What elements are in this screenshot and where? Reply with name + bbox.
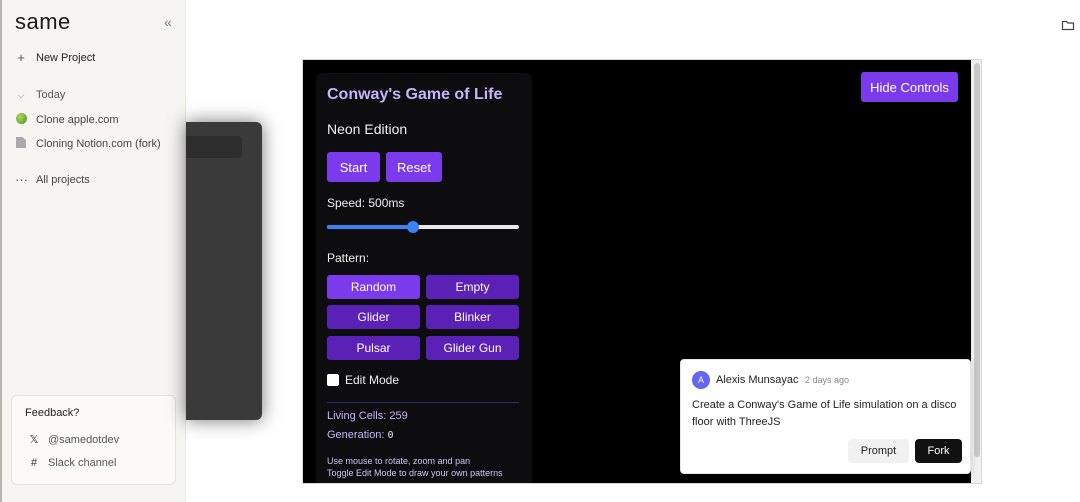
reset-button[interactable]: Reset <box>386 152 442 182</box>
fork-button[interactable]: Fork <box>915 439 962 463</box>
background-card-pill <box>186 136 242 158</box>
slack-label: Slack channel <box>48 457 117 469</box>
sidebar-item-label: Cloning Notion.com (fork) <box>36 137 161 150</box>
pattern-button-pulsar[interactable]: Pulsar <box>327 336 420 360</box>
twitter-handle: @samedotdev <box>48 433 120 446</box>
feedback-title: Feedback? <box>25 407 80 419</box>
slider-fill <box>327 225 414 229</box>
apple-icon <box>15 113 27 124</box>
pattern-button-random[interactable]: Random <box>327 275 420 299</box>
timestamp: 2 days ago <box>805 375 850 385</box>
new-project-label: New Project <box>36 51 96 64</box>
document-icon <box>16 137 26 148</box>
living-cells-count: Living Cells: 259 <box>327 410 408 422</box>
generation-value: 0 <box>387 430 394 441</box>
section-today-label: Today <box>36 89 66 101</box>
pattern-button-blinker[interactable]: Blinker <box>426 305 519 329</box>
hint-edit-mode: Toggle Edit Mode to draw your own patter… <box>327 468 503 478</box>
more-dots-icon: ··· <box>15 172 28 187</box>
plus-icon: + <box>17 50 25 65</box>
chevrons-left-icon[interactable]: « <box>160 14 176 30</box>
prompt-button[interactable]: Prompt <box>848 439 909 463</box>
sidebar: same « + New Project ⌵ Today Clone apple… <box>0 0 186 502</box>
sidebar-item-clone-apple[interactable]: Clone apple.com <box>15 112 119 127</box>
avatar: A <box>692 371 710 389</box>
sidebar-edge <box>0 0 2 502</box>
twitter-link[interactable]: 𝕏 @samedotdev <box>28 433 120 447</box>
pattern-label: Pattern: <box>327 251 370 265</box>
sidebar-item-label: Clone apple.com <box>36 113 119 126</box>
pattern-button-glider-gun[interactable]: Glider Gun <box>426 336 519 360</box>
section-today-toggle[interactable]: ⌵ Today <box>15 89 66 101</box>
folder-icon[interactable] <box>1061 18 1075 32</box>
app-logo[interactable]: same <box>15 9 71 35</box>
controls-panel: Conway's Game of Life Neon Edition Start… <box>316 73 532 483</box>
x-logo-icon: 𝕏 <box>29 434 39 446</box>
divider <box>327 402 519 403</box>
slack-icon: # <box>30 457 38 469</box>
generation-count: Generation: 0 <box>327 429 394 441</box>
prompt-card: A Alexis Munsayac 2 days ago Create a Co… <box>680 359 971 474</box>
chevron-down-icon: ⌵ <box>17 89 25 100</box>
all-projects-link[interactable]: ··· All projects <box>15 172 90 187</box>
hide-controls-button[interactable]: Hide Controls <box>861 72 958 102</box>
panel-title: Conway's Game of Life <box>327 86 503 103</box>
scrollbar-thumb[interactable] <box>974 63 980 457</box>
generation-label: Generation: <box>327 429 388 441</box>
feedback-box: Feedback? 𝕏 @samedotdev # Slack channel <box>11 395 176 485</box>
edit-mode-label: Edit Mode <box>345 373 400 387</box>
author-name: Alexis Munsayac <box>716 374 799 386</box>
speed-label: Speed: 500ms <box>327 196 405 210</box>
background-card-shadow <box>186 122 262 420</box>
edit-mode-checkbox[interactable] <box>327 374 339 386</box>
hint-mouse: Use mouse to rotate, zoom and pan <box>327 456 471 466</box>
sidebar-item-cloning-notion[interactable]: Cloning Notion.com (fork) <box>15 136 161 151</box>
slider-knob[interactable] <box>407 221 420 233</box>
edit-mode-toggle[interactable]: Edit Mode <box>327 373 399 387</box>
pattern-button-glider[interactable]: Glider <box>327 305 420 329</box>
panel-subtitle: Neon Edition <box>327 121 408 137</box>
pattern-button-empty[interactable]: Empty <box>426 275 519 299</box>
preview-scrollbar[interactable] <box>971 60 981 483</box>
speed-slider[interactable] <box>327 221 519 233</box>
all-projects-label: All projects <box>36 173 90 186</box>
prompt-text: Create a Conway's Game of Life simulatio… <box>692 399 957 428</box>
slack-link[interactable]: # Slack channel <box>28 457 117 469</box>
start-button[interactable]: Start <box>327 152 380 182</box>
new-project-button[interactable]: + New Project <box>15 50 95 65</box>
